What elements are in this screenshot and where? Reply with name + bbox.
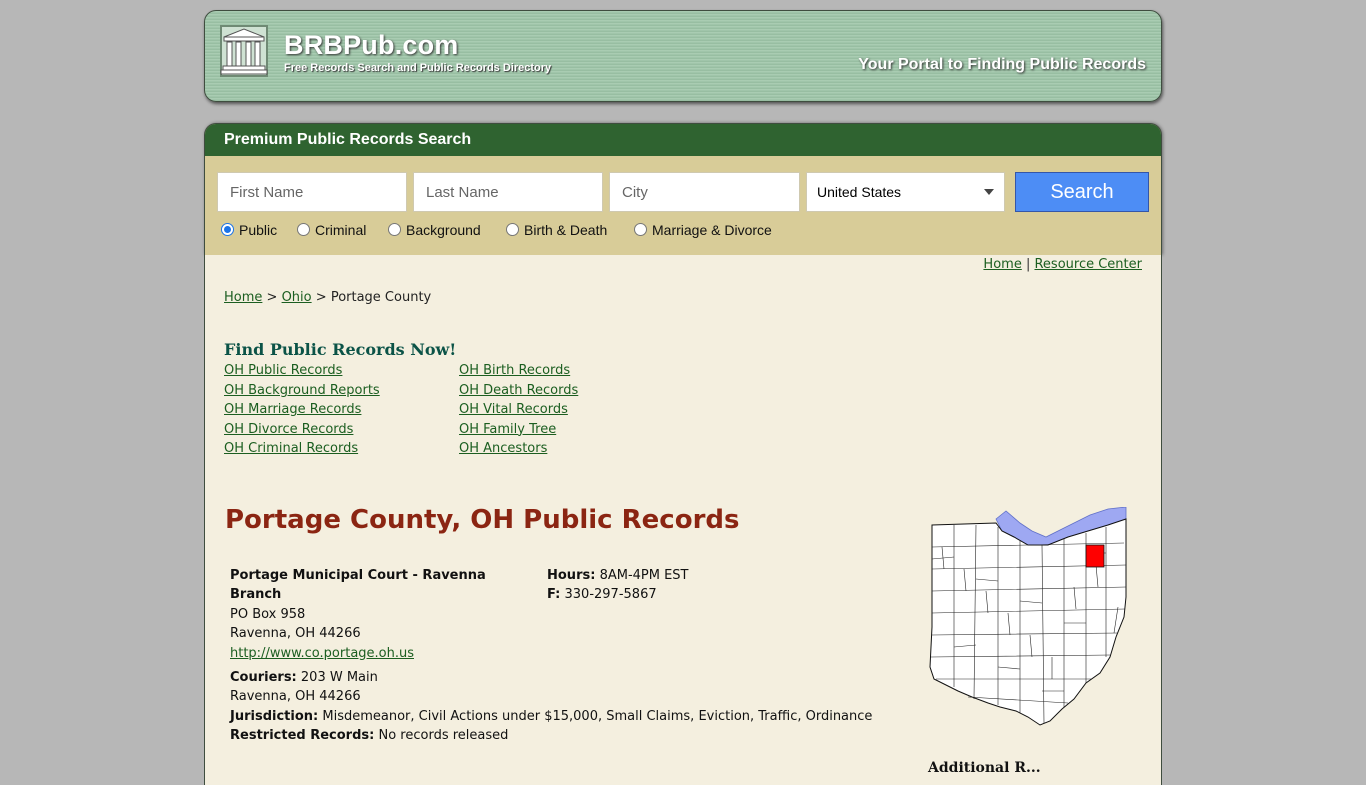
link-oh-divorce-records[interactable]: OH Divorce Records — [224, 420, 380, 440]
top-nav-resource-center-link[interactable]: Resource Center — [1034, 257, 1142, 272]
radio-birth-death[interactable]: Birth & Death — [506, 222, 607, 238]
radio-label: Marriage & Divorce — [652, 222, 772, 238]
link-oh-death-records[interactable]: OH Death Records — [459, 381, 578, 401]
hours-label: Hours: — [547, 568, 596, 583]
office-address-line2: Ravenna, OH 44266 — [230, 626, 361, 642]
breadcrumb-state-link[interactable]: Ohio — [282, 290, 312, 305]
jurisdiction-label: Jurisdiction: — [230, 708, 319, 724]
breadcrumb-separator: > — [315, 290, 327, 305]
radio-button[interactable] — [297, 223, 310, 236]
fax-label: F: — [547, 587, 561, 603]
radio-public[interactable]: Public — [221, 222, 277, 238]
restricted-records-label: Restricted Records: — [230, 728, 375, 744]
link-oh-public-records[interactable]: OH Public Records — [224, 361, 380, 381]
top-nav-home-link[interactable]: Home — [983, 257, 1021, 272]
find-records-heading: Find Public Records Now! — [224, 340, 457, 359]
search-panel-title: Premium Public Records Search — [205, 124, 1161, 156]
link-oh-birth-records[interactable]: OH Birth Records — [459, 361, 578, 381]
radio-button[interactable] — [506, 223, 519, 236]
link-oh-ancestors[interactable]: OH Ancestors — [459, 439, 578, 459]
radio-button[interactable] — [388, 223, 401, 236]
radio-button[interactable] — [634, 223, 647, 236]
radio-label: Background — [406, 222, 481, 238]
ohio-map-svg — [929, 506, 1127, 726]
office-contact-block: Portage Municipal Court - Ravenna Branch… — [230, 566, 500, 663]
restricted-records-value: No records released — [378, 728, 509, 744]
office-details-block: Couriers: 203 W Main Ravenna, OH 44266 J… — [230, 668, 872, 746]
jurisdiction-value: Misdemeanor, Civil Actions under $15,000… — [322, 708, 873, 724]
radio-background[interactable]: Background — [388, 222, 481, 238]
link-oh-background-reports[interactable]: OH Background Reports — [224, 381, 380, 401]
couriers-address-line2: Ravenna, OH 44266 — [230, 689, 361, 705]
fax-value: 330-297-5867 — [564, 587, 657, 603]
site-name[interactable]: BRBPub.com — [284, 30, 459, 61]
additional-resources-heading: Additional R... — [928, 760, 1041, 776]
find-records-links-left: OH Public Records OH Background Reports … — [224, 361, 380, 459]
link-oh-marriage-records[interactable]: OH Marriage Records — [224, 400, 380, 420]
office-hours-block: Hours: 8AM-4PM EST F: 330-297-5867 — [547, 566, 689, 605]
last-name-input[interactable] — [413, 172, 603, 212]
search-panel: Premium Public Records Search United Sta… — [204, 123, 1162, 255]
country-select[interactable]: United States — [806, 172, 1005, 212]
ohio-county-map[interactable] — [928, 506, 1128, 729]
portage-county-highlight[interactable] — [1085, 544, 1105, 568]
page-title: Portage County, OH Public Records — [225, 505, 740, 535]
search-button[interactable]: Search — [1015, 172, 1149, 212]
site-tagline: Your Portal to Finding Public Records — [858, 56, 1146, 73]
couriers-label: Couriers: — [230, 670, 297, 685]
city-input[interactable] — [609, 172, 800, 212]
first-name-input[interactable] — [217, 172, 407, 212]
link-oh-criminal-records[interactable]: OH Criminal Records — [224, 439, 380, 459]
link-oh-family-tree[interactable]: OH Family Tree — [459, 420, 578, 440]
couriers-address-line1: 203 W Main — [300, 670, 378, 685]
office-name: Portage Municipal Court - Ravenna Branch — [230, 568, 486, 603]
top-nav-separator: | — [1025, 257, 1031, 272]
link-oh-vital-records[interactable]: OH Vital Records — [459, 400, 578, 420]
hours-value: 8AM-4PM EST — [599, 568, 689, 583]
country-select-value: United States — [817, 184, 902, 200]
radio-label: Criminal — [315, 222, 367, 238]
radio-label: Public — [239, 222, 278, 238]
breadcrumb-current: Portage County — [330, 290, 432, 305]
radio-marriage-divorce[interactable]: Marriage & Divorce — [634, 222, 772, 238]
chevron-down-icon — [984, 189, 994, 195]
office-website-link[interactable]: http://www.co.portage.oh.us — [230, 646, 414, 661]
radio-criminal[interactable]: Criminal — [297, 222, 366, 238]
site-subtitle: Free Records Search and Public Records D… — [284, 62, 552, 74]
radio-button-selected[interactable] — [221, 223, 234, 236]
radio-label: Birth & Death — [524, 222, 608, 238]
main-content: Home | Resource Center Home > Ohio > Por… — [204, 255, 1162, 785]
site-header: BRBPub.com Free Records Search and Publi… — [204, 10, 1162, 102]
office-address-line1: PO Box 958 — [230, 606, 306, 622]
breadcrumb: Home > Ohio > Portage County — [224, 290, 431, 305]
find-records-links-right: OH Birth Records OH Death Records OH Vit… — [459, 361, 578, 459]
top-nav-links: Home | Resource Center — [983, 257, 1142, 272]
courthouse-logo-icon[interactable] — [220, 25, 268, 77]
breadcrumb-home-link[interactable]: Home — [224, 290, 262, 305]
breadcrumb-separator: > — [266, 290, 278, 305]
